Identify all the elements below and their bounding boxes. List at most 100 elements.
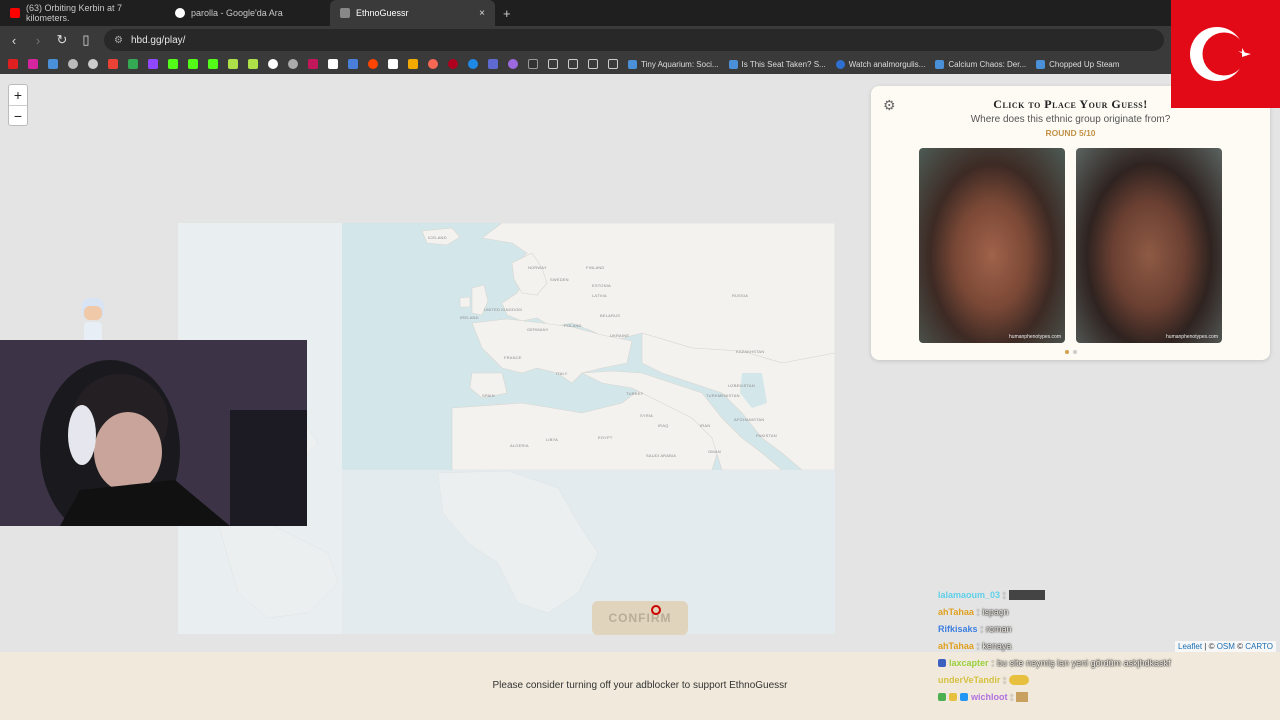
youtube-icon[interactable]: [8, 59, 18, 69]
map-label: SYRIA: [640, 413, 654, 418]
bookmark-icon[interactable]: ▯: [76, 32, 96, 48]
bookmark-link[interactable]: Chopped Up Steam: [1036, 59, 1119, 69]
web-icon: [835, 59, 845, 69]
map-label: POLAND: [564, 323, 582, 328]
tab-ethnoguessr[interactable]: EthnoGuessr ×: [330, 0, 495, 26]
map-label: LIBYA: [546, 437, 559, 442]
drive-icon[interactable]: [128, 59, 138, 69]
chat-message: ahTahaa: ispaçn: [938, 606, 1009, 617]
chat-message: ahTahaa: kenaya: [938, 640, 1012, 651]
site-info-icon[interactable]: ⚙: [114, 35, 123, 46]
map-label: LATVIA: [592, 293, 607, 298]
forward-icon[interactable]: ›: [28, 33, 48, 48]
bookmark-link[interactable]: Tiny Aquarium: Soci...: [628, 59, 719, 69]
page-icon: [340, 8, 350, 18]
extension-icon[interactable]: [508, 59, 518, 69]
anchor-icon[interactable]: [268, 59, 278, 69]
extension-icon[interactable]: [228, 59, 238, 69]
map-label: SAUDI ARABIA: [646, 453, 677, 458]
x-icon[interactable]: [328, 59, 338, 69]
map-label: IRELAND: [460, 315, 479, 320]
extension-icon[interactable]: [388, 59, 398, 69]
emoji-icon: [1008, 674, 1029, 685]
guess-panel: ⚙ Click to Place Your Guess! Where does …: [871, 86, 1270, 360]
emote-icon: [1016, 691, 1029, 702]
map-label: RUSSIA: [732, 293, 749, 298]
bookmark-link[interactable]: Calcium Chaos: Der...: [935, 59, 1026, 69]
extension-icon[interactable]: [248, 59, 258, 69]
extension-icon[interactable]: [528, 59, 538, 69]
roblox-icon[interactable]: [348, 59, 358, 69]
youtube-icon: [10, 8, 20, 18]
folder-icon[interactable]: [588, 59, 598, 69]
stream-chat: lalamaoum_03: ahTahaa: ispaçn Rifkisaks: r…: [938, 586, 1280, 705]
back-icon[interactable]: ‹: [4, 33, 24, 48]
new-tab-button[interactable]: +: [495, 6, 519, 21]
tab-bar: (63) Orbiting Kerbin at 7 kilometers. pa…: [0, 0, 1280, 26]
extension-icon[interactable]: [448, 59, 458, 69]
amazon-icon[interactable]: [408, 59, 418, 69]
map-label: ESTONIA: [592, 283, 611, 288]
carousel-dot[interactable]: [1073, 350, 1077, 354]
gmail-icon[interactable]: [108, 59, 118, 69]
reload-icon[interactable]: ↻: [52, 32, 72, 48]
bookmark-link[interactable]: Is This Seat Taken? S...: [728, 59, 826, 69]
globe-icon[interactable]: [88, 59, 98, 69]
kick-icon[interactable]: [168, 59, 178, 69]
chat-message: lalamaoum_03:: [938, 586, 1280, 603]
extension-icon[interactable]: [288, 59, 298, 69]
chat-message: Rifkisaks: roman: [938, 623, 1012, 634]
url-field[interactable]: ⚙ hbd.gg/play/: [104, 29, 1164, 51]
confirm-button[interactable]: CONFIRM: [592, 601, 688, 635]
translate-icon[interactable]: [48, 59, 58, 69]
map-label: ALGERIA: [510, 443, 529, 448]
extension-icon[interactable]: [488, 59, 498, 69]
face-image-male: humanphenotypes.com: [919, 148, 1065, 343]
panel-subtitle: Where does this ethnic group originate f…: [970, 114, 1171, 125]
map-label: NORWAY: [528, 265, 547, 270]
map-label: UZBEKISTAN: [728, 383, 755, 388]
map-label: OMAN: [708, 449, 721, 454]
kick-icon[interactable]: [208, 59, 218, 69]
folder-icon[interactable]: [568, 59, 578, 69]
map-label: KAZAKHSTAN: [736, 349, 765, 354]
tab-google[interactable]: parolla - Google'da Ara: [165, 0, 330, 26]
map-label: UKRAINE: [610, 333, 630, 338]
map-main-tile: ICELAND NORWAY SWEDEN FINLAND ESTONIA LA…: [342, 223, 835, 470]
carousel-dot[interactable]: [1065, 350, 1069, 354]
map-label: PAKISTAN: [756, 433, 777, 438]
map-label: SPAIN: [482, 393, 495, 398]
tab-youtube[interactable]: (63) Orbiting Kerbin at 7 kilometers.: [0, 0, 165, 26]
map-label: FINLAND: [586, 265, 605, 270]
zoom-out-button[interactable]: −: [9, 105, 27, 125]
map-label: ITALY: [556, 371, 568, 376]
map-label: EGYPT: [598, 435, 613, 440]
extension-icon[interactable]: [468, 59, 478, 69]
extension-icon[interactable]: [308, 59, 318, 69]
webcam-feed: [0, 340, 307, 526]
folder-icon[interactable]: [548, 59, 558, 69]
chat-message: laxcapter: bu site neymiş lan yeni gördüm…: [938, 654, 1280, 671]
crescent-star-icon: [1190, 27, 1251, 81]
badge-icon: [960, 692, 968, 701]
steam-icon: [935, 59, 945, 69]
reddit-icon[interactable]: [368, 59, 378, 69]
chrome-icon[interactable]: [68, 59, 78, 69]
patreon-icon[interactable]: [428, 59, 438, 69]
folder-icon[interactable]: [608, 59, 618, 69]
instagram-icon[interactable]: [28, 59, 38, 69]
chat-message: wichloot:: [938, 688, 1280, 705]
map-label: TURKMENISTAN: [706, 393, 740, 398]
twitch-icon[interactable]: [148, 59, 158, 69]
tab-close-icon[interactable]: ×: [479, 8, 485, 19]
zoom-in-button[interactable]: +: [9, 85, 27, 105]
steam-icon: [1036, 59, 1046, 69]
map-label: AFGHANISTAN: [734, 417, 765, 422]
steam-icon: [628, 59, 637, 69]
map-label: BELARUS: [600, 313, 621, 318]
kick-icon[interactable]: [188, 59, 198, 69]
badge-icon: [949, 692, 957, 701]
map-label: IRAN: [700, 423, 711, 428]
bookmark-link[interactable]: Watch analmorgulis...: [835, 59, 925, 69]
tab-title: (63) Orbiting Kerbin at 7 kilometers.: [26, 3, 123, 23]
